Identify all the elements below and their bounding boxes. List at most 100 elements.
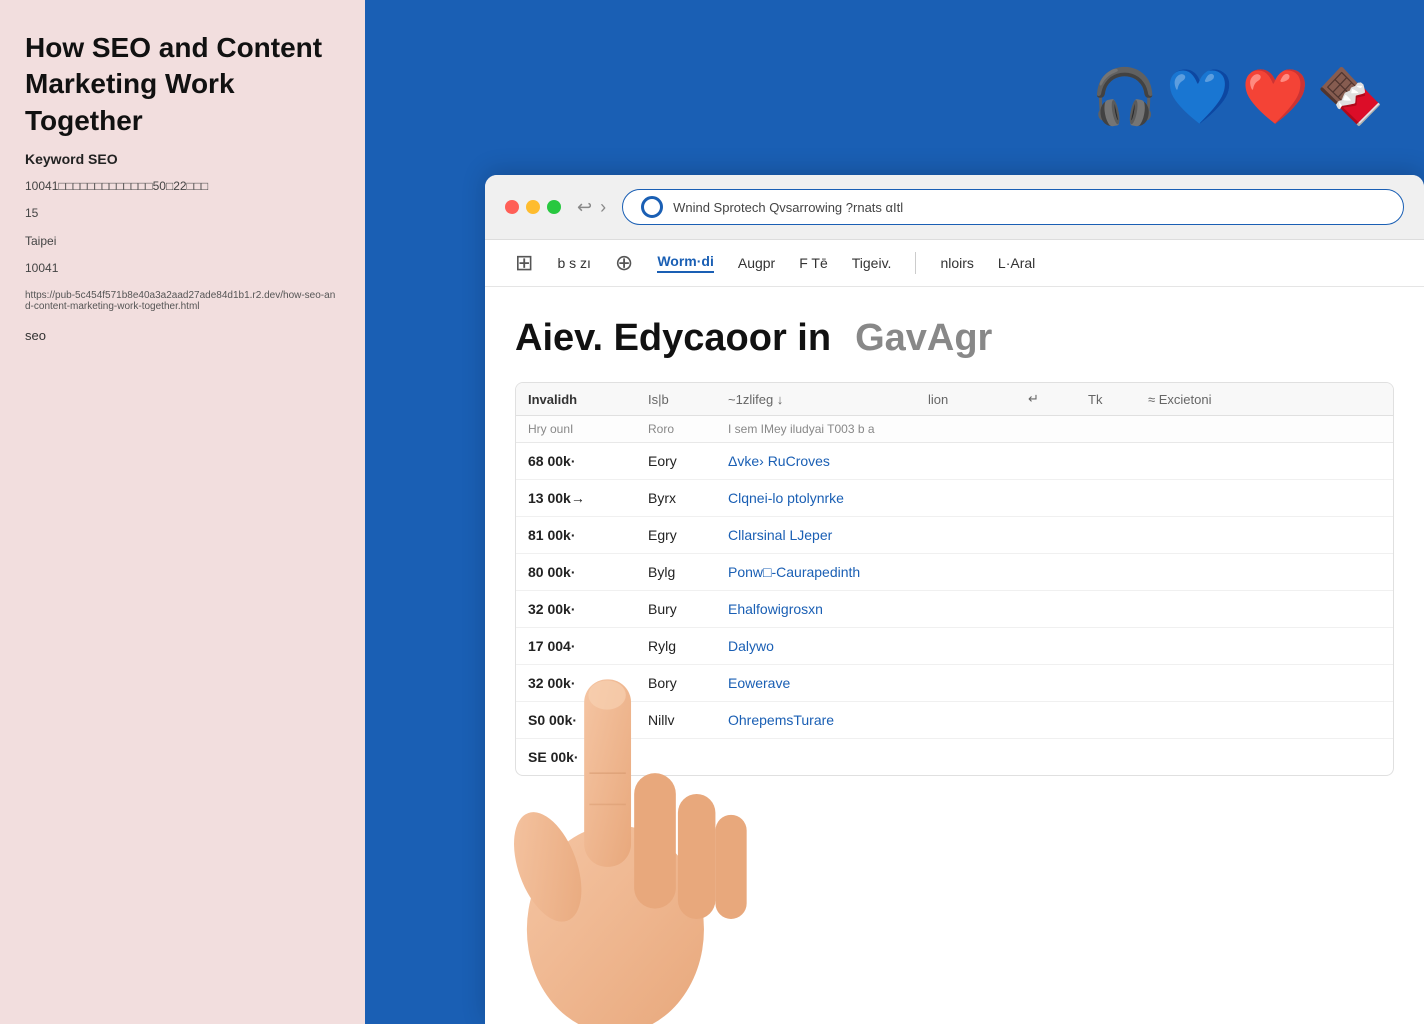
sub-empty4 [1136,422,1196,436]
sidebar-meta-number: 15 [25,204,340,223]
toolbar-item-te[interactable]: F Tē [799,255,828,271]
page-subtitle: GavAgr [855,317,992,360]
th-excietoni-label: ≈ Excietoni [1148,392,1212,407]
sub-roro: Roro [636,422,716,436]
main-area: 🎧 💙 ❤️ 🍫 ↩ › Wnind Sprotech Qvsarrowing … [365,0,1424,1024]
sub-sem: I sem IMey iludyai T003 b a [716,422,916,436]
td-num-4: 80 00k· [516,564,636,580]
td-col2-1: Δvke› RuCroves [716,453,916,469]
content-area: Aiev. Edycaoor in GavAgr Invalidh Is|b ~… [485,287,1424,776]
toolbar-item-augpr[interactable]: Augpr [738,255,775,271]
td-col1-6: Rylg [636,638,716,654]
th-enter[interactable]: ↵ [1016,391,1076,407]
heart-blue-icon: 💙 [1166,66,1233,129]
td-num-6: 17 004· [516,638,636,654]
close-button[interactable] [505,200,519,214]
td-col1-4: Bylg [636,564,716,580]
top-blue-area: 🎧 💙 ❤️ 🍫 [365,0,1424,195]
th-lion-label: lion [928,392,948,407]
sub-empty1 [916,422,1016,436]
td-num-2: 13 00k→ [516,490,636,506]
th-enter-icon: ↵ [1028,391,1039,407]
toolbar-item-aral[interactable]: L·Aral [998,255,1035,271]
chocolate-icon: 🍫 [1317,66,1384,129]
th-istb-label: Is|b [648,392,669,407]
sidebar-tag: seo [25,328,340,343]
sub-empty2 [1016,422,1076,436]
th-tk[interactable]: Tk [1076,391,1136,407]
td-col1-5: Bury [636,601,716,617]
sidebar: How SEO and Content Marketing Work Toget… [0,0,365,1024]
maximize-button[interactable] [547,200,561,214]
td-col2-7: Eowerave [716,675,916,691]
sidebar-url: https://pub-5c454f571b8e40a3a2aad27ade84… [25,290,340,312]
td-num-9: SE 00k· [516,749,636,765]
td-col2-6: Dalywo [716,638,916,654]
toolbar-icon-grid[interactable]: ⊞ [515,250,533,276]
table-header: Invalidh Is|b ~1zlifeg ↓ lion ↵ [516,383,1393,416]
toolbar-divider [915,252,916,274]
th-invalid-label: Invalidh [528,392,577,407]
sidebar-keyword-label: Keyword SEO [25,151,340,167]
toolbar-item-1[interactable]: b s zı [557,255,590,271]
td-num-5: 32 00k· [516,601,636,617]
sidebar-title: How SEO and Content Marketing Work Toget… [25,30,340,139]
heart-red-icon: ❤️ [1242,66,1309,129]
data-table: Invalidh Is|b ~1zlifeg ↓ lion ↵ [515,382,1394,776]
toolbar-item-tiger[interactable]: Tigeiv. [852,255,892,271]
td-num-1: 68 00k· [516,453,636,469]
browser-window: ↩ › Wnind Sprotech Qvsarrowing ?rnats αI… [485,175,1424,1024]
app-toolbar: ⊞ b s zı ⊕ Worm·di Augpr F Tē Tigeiv. nl… [485,240,1424,287]
minimize-button[interactable] [526,200,540,214]
sub-empty3 [1076,422,1136,436]
td-col2-3: Cllarsinal LJeper [716,527,916,543]
th-excietoni[interactable]: ≈ Excietoni [1136,391,1394,407]
table-subheader: Hry ounI Roro I sem IMey iludyai T003 b … [516,416,1393,443]
browser-chrome: ↩ › Wnind Sprotech Qvsarrowing ?rnats αI… [485,175,1424,240]
table-row[interactable]: 68 00k· Eory Δvke› RuCroves [516,443,1393,480]
toolbar-icon-search[interactable]: ⊕ [615,250,633,276]
back-icon[interactable]: ↩ [577,197,592,218]
headphone-icon: 🎧 [1091,66,1158,129]
table-row[interactable]: 32 00k· Bury Ehalfowigrosxn [516,591,1393,628]
td-col2-4: Ponw□-Caurapedinth [716,564,916,580]
address-bar[interactable]: Wnind Sprotech Qvsarrowing ?rnats αItl [622,189,1404,225]
table-row[interactable]: S0 00k· Nillv OhrepemsTurare [516,702,1393,739]
td-num-8: S0 00k· [516,712,636,728]
sidebar-meta-line1: 10041□□□□□□□□□□□□□50□22□□□ [25,177,340,196]
browser-icons: 🎧 💙 ❤️ 🍫 [1091,66,1384,129]
td-num-3: 81 00k· [516,527,636,543]
toolbar-item-nloirs[interactable]: nloirs [940,255,973,271]
toolbar-item-worm[interactable]: Worm·di [657,253,714,273]
table-row[interactable]: 32 00k· Bory Eowerave [516,665,1393,702]
td-col2-2: Clqnei-lo ptolynrke [716,490,916,506]
sub-hry: Hry ounI [516,422,636,436]
browser-nav: ↩ › [577,197,606,218]
th-tk-label: Tk [1088,392,1102,407]
td-col1-8: Nillv [636,712,716,728]
sub-empty5 [1196,422,1394,436]
td-col1-2: Byrx [636,490,716,506]
site-security-icon [641,196,663,218]
td-num-7: 32 00k· [516,675,636,691]
th-lifeg-label: ~1zlifeg ↓ [728,392,783,407]
th-invalid[interactable]: Invalidh [516,391,636,407]
th-istb[interactable]: Is|b [636,391,716,407]
table-row[interactable]: 81 00k· Egry Cllarsinal LJeper [516,517,1393,554]
th-lifeg[interactable]: ~1zlifeg ↓ [716,391,916,407]
table-row[interactable]: 17 004· Rylg Dalywo [516,628,1393,665]
table-row[interactable]: 80 00k· Bylg Ponw□-Caurapedinth [516,554,1393,591]
table-row[interactable]: SE 00k· [516,739,1393,775]
table-row[interactable]: 13 00k→ Byrx Clqnei-lo ptolynrke [516,480,1393,517]
page-main-title: Aiev. Edycaoor in [515,317,831,360]
th-lion[interactable]: lion [916,391,1016,407]
sidebar-meta-code: 10041 [25,259,340,278]
sidebar-meta-city: Taipei [25,232,340,251]
forward-icon[interactable]: › [600,197,606,218]
td-col2-5: Ehalfowigrosxn [716,601,916,617]
td-col1-7: Bory [636,675,716,691]
td-col1-1: Eory [636,453,716,469]
address-text: Wnind Sprotech Qvsarrowing ?rnats αItl [673,200,903,215]
td-col1-3: Egry [636,527,716,543]
td-col2-8: OhrepemsTurare [716,712,916,728]
